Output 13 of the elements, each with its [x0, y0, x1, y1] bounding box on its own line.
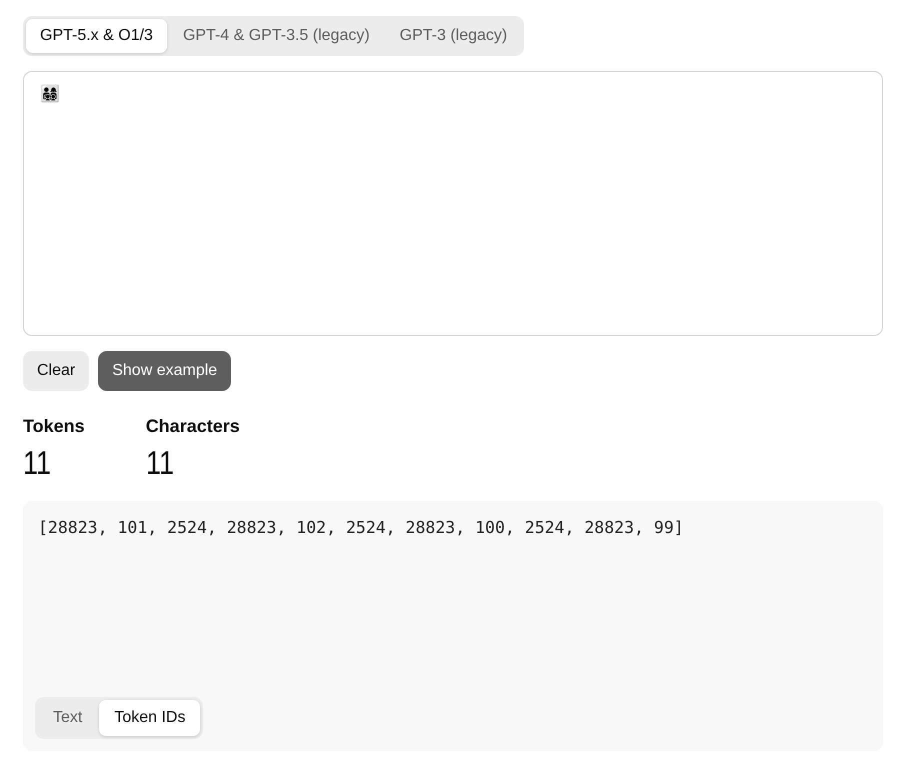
- text-input[interactable]: 👨‍👩‍👧‍👦: [23, 71, 883, 336]
- stat-value: 11: [23, 443, 52, 483]
- token-ids-text: [28823, 101, 2524, 28823, 102, 2524, 28823, 100, 2524, 28823, 99]: [38, 517, 684, 539]
- model-tab[interactable]: GPT-5.x & O1/3: [26, 19, 167, 53]
- stat-label: Characters: [146, 415, 240, 437]
- view-tab[interactable]: Token IDs: [99, 700, 200, 736]
- model-tab[interactable]: GPT-4 & GPT-3.5 (legacy): [168, 19, 384, 53]
- stat-label: Tokens: [23, 415, 85, 437]
- clear-button[interactable]: Clear: [23, 351, 90, 391]
- view-tab[interactable]: Text: [38, 700, 98, 736]
- stat-value: 11: [146, 443, 175, 483]
- model-tab[interactable]: GPT-3 (legacy): [386, 19, 522, 53]
- show-example-button[interactable]: Show example: [98, 351, 232, 391]
